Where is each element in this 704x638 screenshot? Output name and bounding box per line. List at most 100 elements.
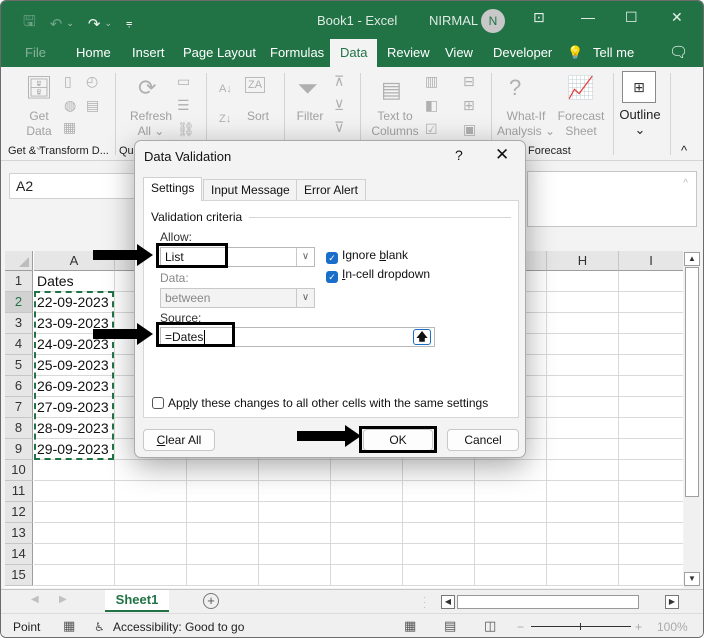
ignore-blank-checkbox[interactable]: ✓ Ignore blank bbox=[326, 248, 408, 264]
cell-a1[interactable]: Dates bbox=[34, 271, 115, 292]
sheet-tab[interactable]: Sheet1 bbox=[105, 590, 169, 612]
cell-h11[interactable] bbox=[547, 481, 619, 502]
cell-g11[interactable] bbox=[475, 481, 547, 502]
refresh-all-button[interactable]: Refresh All ⌄ bbox=[129, 109, 173, 139]
flash-fill-icon[interactable]: ▥ bbox=[425, 73, 438, 90]
tab-data[interactable]: Data bbox=[330, 39, 378, 67]
cell-i14[interactable] bbox=[619, 544, 683, 565]
cell-a10[interactable] bbox=[34, 460, 115, 481]
cell-h1[interactable] bbox=[547, 271, 619, 292]
recent-sources-icon[interactable]: ◴ bbox=[86, 73, 98, 90]
column-header-i[interactable]: I bbox=[619, 251, 683, 271]
cell-e14[interactable] bbox=[331, 544, 403, 565]
row-header-3[interactable]: 3 bbox=[5, 313, 33, 334]
tab-formulas[interactable]: Formulas bbox=[270, 45, 324, 60]
cell-h5[interactable] bbox=[547, 355, 619, 376]
customize-qat-icon[interactable]: ⩦ bbox=[126, 17, 132, 30]
add-sheet-icon[interactable]: + bbox=[203, 593, 219, 609]
avatar[interactable]: N bbox=[481, 9, 505, 33]
column-header-h[interactable]: H bbox=[547, 251, 619, 271]
cell-b13[interactable] bbox=[115, 523, 187, 544]
tab-settings[interactable]: Settings bbox=[143, 177, 203, 201]
cell-g10[interactable] bbox=[475, 460, 547, 481]
normal-view-icon[interactable]: ▦ bbox=[404, 618, 416, 634]
zoom-level[interactable]: 100% bbox=[657, 620, 688, 634]
cell-i6[interactable] bbox=[619, 376, 683, 397]
from-text-icon[interactable]: ▯ bbox=[64, 73, 72, 90]
lightbulb-icon[interactable]: 💡 bbox=[567, 45, 583, 61]
cell-h4[interactable] bbox=[547, 334, 619, 355]
cancel-button[interactable]: Cancel bbox=[447, 429, 519, 451]
tab-home[interactable]: Home bbox=[76, 45, 111, 60]
sort-a-z-icon[interactable]: A↓ bbox=[219, 83, 232, 95]
collapse-formula-bar-icon[interactable]: ^ bbox=[683, 178, 688, 189]
tab-insert[interactable]: Insert bbox=[132, 45, 165, 60]
text-to-columns-button[interactable]: Text to Columns bbox=[369, 109, 421, 139]
cell-a5[interactable]: 25-09-2023 bbox=[34, 355, 115, 376]
advanced-filter-icon[interactable]: ⊽ bbox=[334, 119, 344, 136]
cell-f10[interactable] bbox=[403, 460, 475, 481]
row-header-7[interactable]: 7 bbox=[5, 397, 33, 418]
next-sheet-icon[interactable]: ▶ bbox=[59, 594, 67, 605]
forecast-sheet-button[interactable]: Forecast Sheet bbox=[557, 109, 605, 139]
row-header-12[interactable]: 12 bbox=[5, 502, 33, 523]
accessibility-icon[interactable]: ♿ bbox=[94, 620, 105, 634]
cell-i1[interactable] bbox=[619, 271, 683, 292]
edit-links-icon[interactable]: ⛓ bbox=[177, 121, 195, 138]
vertical-scrollbar[interactable]: ▲ ▼ bbox=[684, 251, 700, 588]
reapply-filter-icon[interactable]: ⊻ bbox=[334, 97, 344, 114]
chevron-down-icon[interactable]: ∨ bbox=[296, 248, 314, 266]
column-header-a[interactable]: A bbox=[34, 251, 115, 271]
consolidate-icon[interactable]: ⊟ bbox=[463, 73, 475, 90]
cell-i2[interactable] bbox=[619, 292, 683, 313]
cell-e13[interactable] bbox=[331, 523, 403, 544]
cell-a2[interactable]: 22-09-2023 bbox=[34, 292, 115, 313]
tab-review[interactable]: Review bbox=[387, 45, 430, 60]
tab-split-handle[interactable]: · · · bbox=[423, 593, 426, 613]
row-header-11[interactable]: 11 bbox=[5, 481, 33, 502]
cell-i3[interactable] bbox=[619, 313, 683, 334]
collapse-dialog-icon[interactable]: 🡅 bbox=[413, 329, 431, 345]
cell-a6[interactable]: 26-09-2023 bbox=[34, 376, 115, 397]
formula-bar[interactable]: ^ bbox=[527, 171, 697, 227]
zoom-in-icon[interactable]: + bbox=[635, 620, 642, 634]
sort-button[interactable]: Sort bbox=[241, 109, 275, 124]
tab-page-layout[interactable]: Page Layout bbox=[183, 45, 256, 60]
apply-to-all-checkbox[interactable]: Apply these changes to all other cells w… bbox=[152, 396, 488, 410]
cell-b10[interactable] bbox=[115, 460, 187, 481]
scroll-up-icon[interactable]: ▲ bbox=[684, 252, 700, 266]
cell-i7[interactable] bbox=[619, 397, 683, 418]
cell-f11[interactable] bbox=[403, 481, 475, 502]
cell-h6[interactable] bbox=[547, 376, 619, 397]
cell-h12[interactable] bbox=[547, 502, 619, 523]
cell-a15[interactable] bbox=[34, 565, 115, 586]
scroll-down-icon[interactable]: ▼ bbox=[684, 572, 700, 586]
row-header-15[interactable]: 15 bbox=[5, 565, 33, 586]
cell-d14[interactable] bbox=[259, 544, 331, 565]
row-header-4[interactable]: 4 bbox=[5, 334, 33, 355]
cell-d15[interactable] bbox=[259, 565, 331, 586]
redo-dropdown-icon[interactable]: ⌄ bbox=[104, 18, 112, 29]
cell-i8[interactable] bbox=[619, 418, 683, 439]
cell-i12[interactable] bbox=[619, 502, 683, 523]
row-header-6[interactable]: 6 bbox=[5, 376, 33, 397]
cell-g15[interactable] bbox=[475, 565, 547, 586]
scroll-left-icon[interactable]: ◀ bbox=[441, 595, 455, 609]
cell-b11[interactable] bbox=[115, 481, 187, 502]
cell-a11[interactable] bbox=[34, 481, 115, 502]
from-table-icon[interactable]: ▦ bbox=[63, 119, 76, 136]
cell-i4[interactable] bbox=[619, 334, 683, 355]
row-header-1[interactable]: 1 bbox=[5, 271, 33, 292]
sort-z-a-icon[interactable]: Z↓ bbox=[219, 113, 231, 125]
cell-h9[interactable] bbox=[547, 439, 619, 460]
row-header-5[interactable]: 5 bbox=[5, 355, 33, 376]
allow-select[interactable]: List ∨ bbox=[160, 247, 315, 267]
data-model-icon[interactable]: ▣ bbox=[463, 121, 476, 138]
accessibility-status[interactable]: Accessibility: Good to go bbox=[113, 620, 244, 634]
dialog-close-icon[interactable]: ✕ bbox=[495, 145, 509, 165]
cell-f14[interactable] bbox=[403, 544, 475, 565]
row-header-14[interactable]: 14 bbox=[5, 544, 33, 565]
filter-button[interactable]: Filter bbox=[292, 109, 328, 124]
vertical-scroll-thumb[interactable] bbox=[685, 267, 699, 497]
row-header-8[interactable]: 8 bbox=[5, 418, 33, 439]
